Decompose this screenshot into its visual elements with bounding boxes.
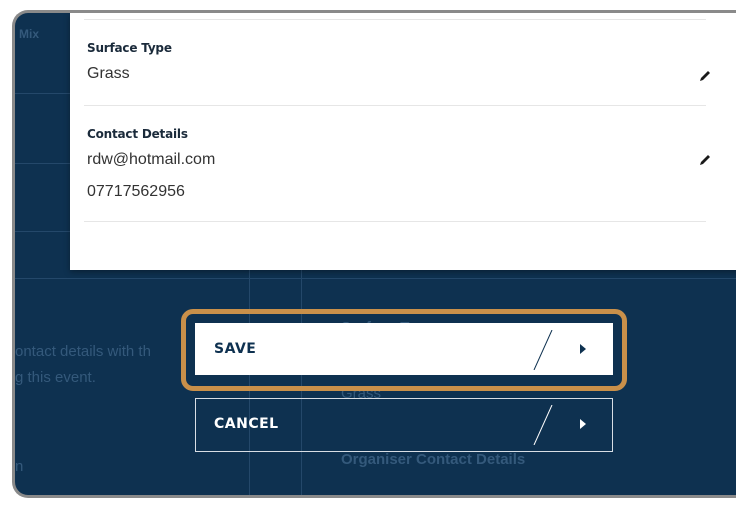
save-button[interactable]: SAVE xyxy=(195,323,613,375)
surface-type-value: Grass xyxy=(87,65,130,82)
pencil-icon[interactable] xyxy=(698,69,712,83)
background-divider xyxy=(15,231,75,232)
background-divider xyxy=(15,93,75,94)
background-text: g this event. xyxy=(15,369,96,386)
background-text: n xyxy=(15,458,24,475)
background-divider xyxy=(15,163,75,164)
background-label: Organiser Contact Details xyxy=(341,451,526,468)
cancel-button-label: CANCEL xyxy=(214,416,279,432)
contact-details-label: Contact Details xyxy=(87,127,188,141)
surface-type-label: Surface Type xyxy=(87,41,172,55)
button-divider xyxy=(533,405,553,445)
event-details-panel: Surface Type Grass Contact Details rdw@h… xyxy=(70,13,736,270)
cancel-button[interactable]: CANCEL xyxy=(195,398,613,452)
app-frame: Mix ontact details with th g this event.… xyxy=(12,10,736,498)
background-divider xyxy=(15,278,736,279)
panel-divider xyxy=(84,221,706,222)
chevron-right-icon xyxy=(580,344,586,354)
pencil-icon[interactable] xyxy=(698,153,712,167)
contact-phone-value: 07717562956 xyxy=(87,183,185,200)
chevron-right-icon xyxy=(580,419,586,429)
panel-divider xyxy=(84,19,706,20)
background-tab-label: Mix xyxy=(19,27,40,41)
background-text: ontact details with th xyxy=(15,343,151,360)
contact-email-value: rdw@hotmail.com xyxy=(87,151,216,168)
panel-divider xyxy=(84,105,706,106)
button-divider xyxy=(533,330,553,370)
save-button-label: SAVE xyxy=(214,341,257,357)
